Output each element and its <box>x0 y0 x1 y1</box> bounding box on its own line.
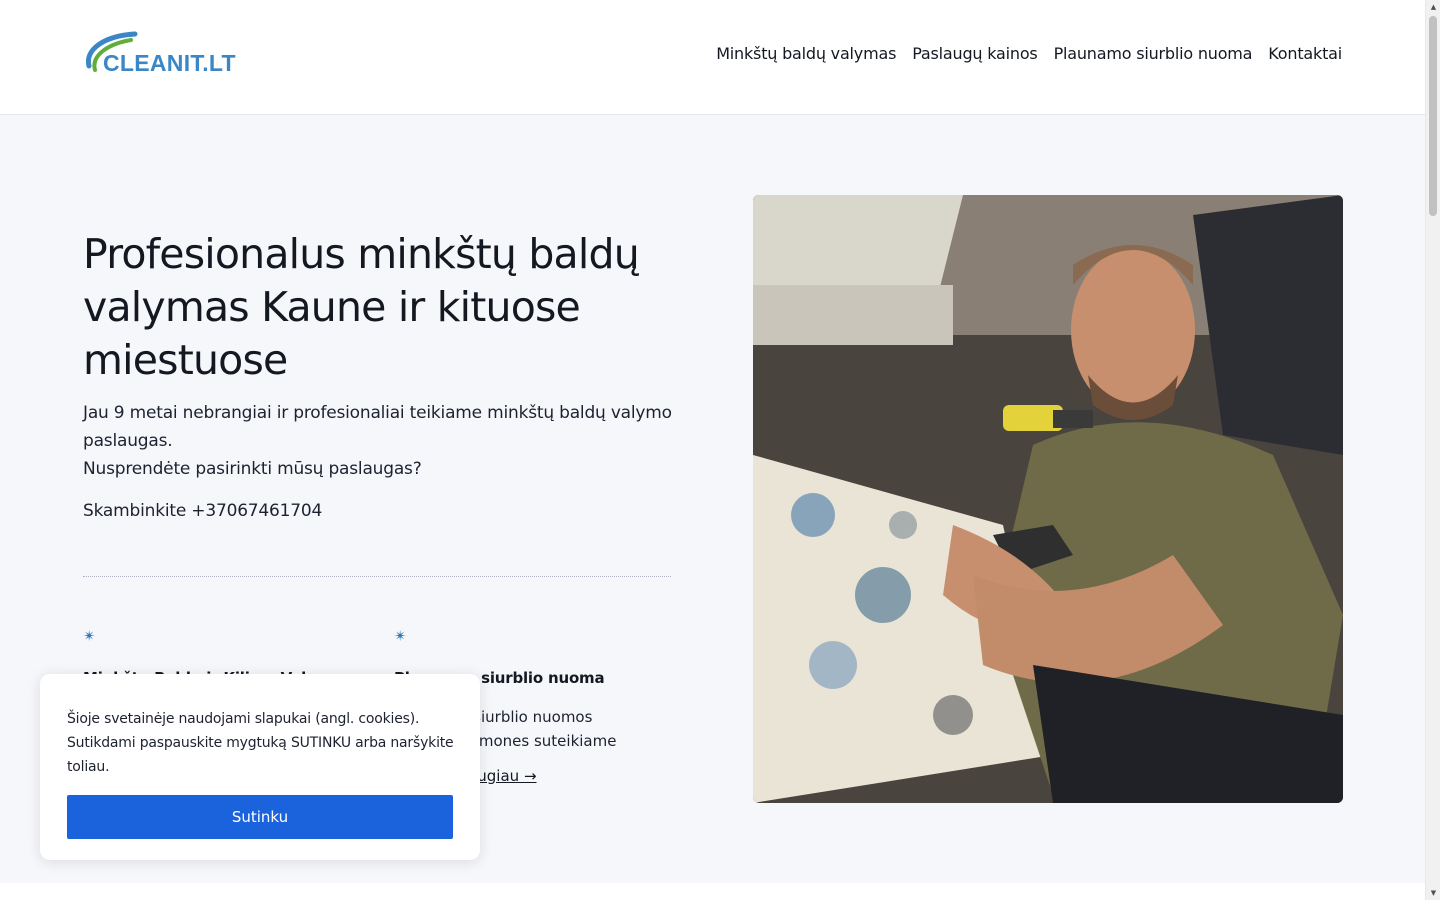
hero-description: Jau 9 metai nebrangiai ir profesionaliai… <box>83 399 673 483</box>
feature-card-cleaning: ✴ Minkštų Baldų ir Kilimų Valymas <box>83 627 363 688</box>
accept-cookies-button[interactable]: Sutinku <box>67 795 453 839</box>
hero-photo-image <box>753 195 1343 803</box>
hero-description-line-2: Nusprendėte pasirinkti mūsų paslaugas? <box>83 459 422 479</box>
scroll-up-arrow-icon[interactable]: ▲ <box>1426 0 1440 14</box>
next-section-edge <box>0 883 1425 900</box>
nav-item-siurblio-nuoma[interactable]: Plaunamo siurblio nuoma <box>1054 44 1253 63</box>
hero-phone-call[interactable]: Skambinkite +37067461704 <box>83 501 322 521</box>
site-header: CLEANIT.LT Minkštų baldų valymas Paslaug… <box>0 0 1425 115</box>
scroll-down-arrow-icon[interactable]: ▼ <box>1426 886 1440 900</box>
star-icon: ✴ <box>394 627 407 645</box>
feature-card-rental: ✴ Plaunamo siurblio nuoma Plaunamo siurb… <box>394 627 674 786</box>
nav-item-kontaktai[interactable]: Kontaktai <box>1268 44 1342 63</box>
nav-item-paslaugu-kainos[interactable]: Paslaugų kainos <box>912 44 1038 63</box>
cookie-text: Šioje svetainėje naudojami slapukai (ang… <box>67 711 454 775</box>
hero-description-line-1: Jau 9 metai nebrangiai ir profesionaliai… <box>83 403 672 451</box>
main-nav: Minkštų baldų valymas Paslaugų kainos Pl… <box>716 44 1342 63</box>
star-icon: ✴ <box>83 627 96 645</box>
scrollbar-thumb[interactable] <box>1429 16 1437 216</box>
scrollbar[interactable]: ▲ ▼ <box>1425 0 1440 900</box>
logo[interactable]: CLEANIT.LT <box>83 30 236 82</box>
hero-title: Profesionalus minkštų baldų valymas Kaun… <box>83 230 640 384</box>
logo-text: CLEANIT.LT <box>103 50 236 76</box>
cookie-banner: Šioje svetainėje naudojami slapukai (ang… <box>40 674 480 860</box>
hero-divider <box>83 576 671 577</box>
hero-photo <box>753 195 1343 803</box>
nav-item-minkstu-baldu-valymas[interactable]: Minkštų baldų valymas <box>716 44 896 63</box>
